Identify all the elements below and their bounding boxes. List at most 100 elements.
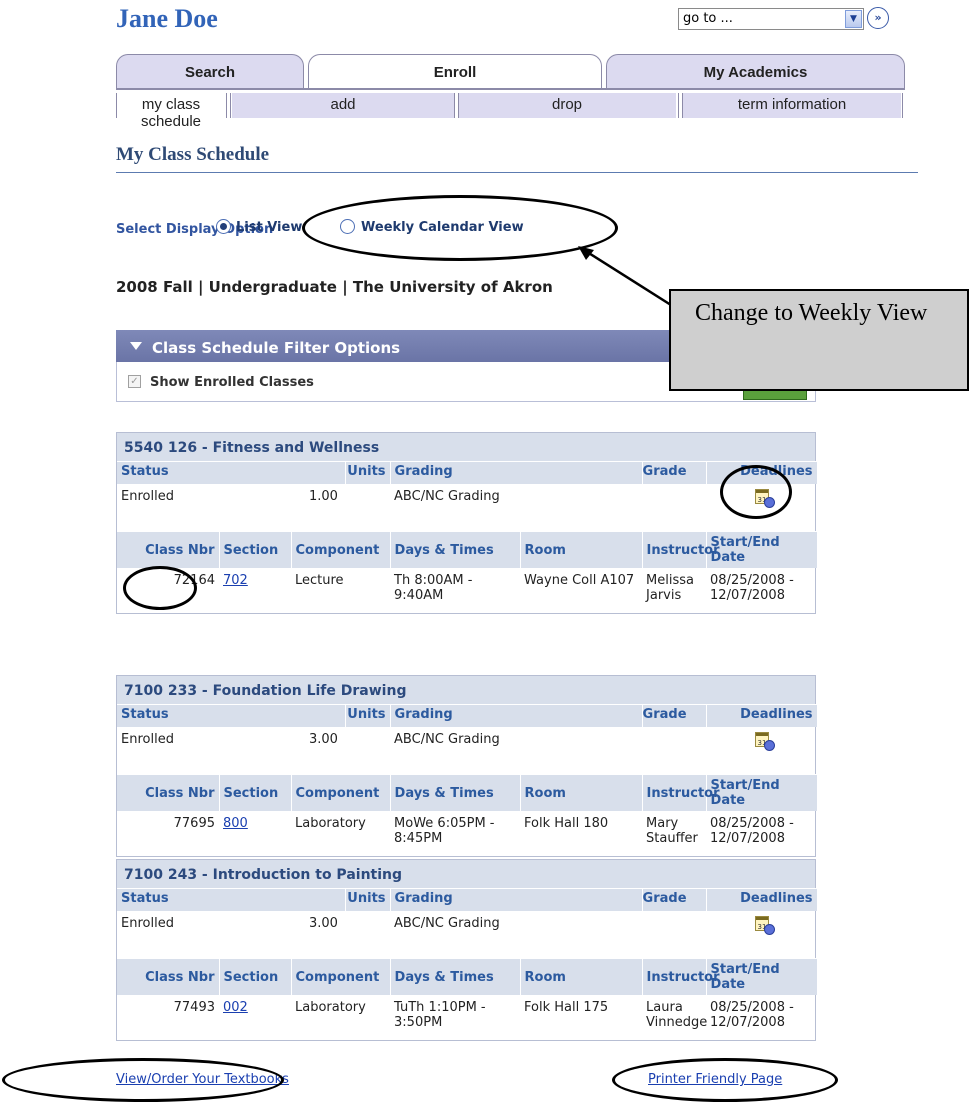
triangle-down-icon — [130, 342, 142, 350]
start-end-date: 08/25/2008 - 12/07/2008 — [710, 816, 794, 846]
component: Laboratory — [295, 816, 366, 831]
col-header-status: Status — [117, 461, 346, 484]
page-title: My Class Schedule — [116, 144, 270, 165]
instructor: Melissa Jarvis — [646, 573, 694, 603]
course-table: Status Units Grading Grade Deadlines Enr… — [117, 704, 818, 856]
instructor: Laura Vinnedge — [646, 1000, 708, 1030]
tab-enroll[interactable]: Enroll — [308, 54, 602, 88]
component: Lecture — [295, 573, 344, 588]
course-table: Status Units Grading Grade Deadlines Enr… — [117, 888, 818, 1040]
course-title: 7100 233 - Foundation Life Drawing — [117, 676, 815, 704]
double-chevron-right-icon[interactable]: » — [867, 7, 889, 29]
col-header-class-nbr: Class Nbr — [117, 774, 220, 811]
course-grading: ABC/NC Grading — [394, 916, 500, 931]
col-header-deadlines: Deadlines — [706, 704, 818, 727]
col-header-units: Units — [345, 888, 391, 911]
dropdown-arrow-icon[interactable]: ▼ — [845, 10, 862, 28]
col-header-instructor: Instructor — [642, 958, 720, 995]
room: Folk Hall 175 — [524, 1000, 609, 1015]
col-header-days-times: Days & Times — [390, 958, 521, 995]
col-header-section: Section — [219, 531, 292, 568]
subtab-term-information[interactable]: term information — [683, 93, 901, 118]
course-status: Enrolled — [121, 732, 174, 747]
callout-box: Change to Weekly View — [669, 289, 969, 391]
section-link[interactable]: 800 — [223, 816, 248, 831]
course-block: 7100 243 - Introduction to Painting Stat… — [116, 859, 818, 1041]
course-grade — [642, 911, 706, 959]
list-view-radio[interactable] — [216, 219, 231, 234]
section-link[interactable]: 702 — [223, 573, 248, 588]
subtab-add[interactable]: add — [232, 93, 454, 118]
filter-button[interactable] — [743, 390, 807, 400]
course-title: 5540 126 - Fitness and Wellness — [117, 433, 815, 461]
course-status: Enrolled — [121, 489, 174, 504]
table-row: Enrolled 3.00 ABC/NC Grading 31 — [117, 911, 818, 959]
subtab-divider — [458, 93, 459, 118]
user-name: Jane Doe — [116, 4, 218, 33]
col-header-status: Status — [117, 888, 346, 911]
col-header-start-end: Start/End Date — [706, 774, 818, 811]
col-header-class-nbr: Class Nbr — [117, 958, 220, 995]
radio-selected-dot — [220, 223, 227, 230]
instructor: Mary Stauffer — [646, 816, 698, 846]
highlight-ellipse — [123, 566, 197, 610]
table-row: 77695 800 Laboratory MoWe 6:05PM - 8:45P… — [117, 811, 817, 856]
col-header-grading: Grading — [390, 461, 643, 484]
col-header-days-times: Days & Times — [390, 774, 521, 811]
days-times: TuTh 1:10PM - 3:50PM — [394, 1000, 486, 1030]
section-link[interactable]: 002 — [223, 1000, 248, 1015]
table-row: Enrolled 3.00 ABC/NC Grading 31 — [117, 727, 818, 775]
title-divider — [116, 172, 918, 173]
col-header-instructor: Instructor — [642, 774, 720, 811]
show-enrolled-checkbox[interactable]: ✓ — [128, 375, 141, 388]
start-end-date: 08/25/2008 - 12/07/2008 — [710, 1000, 794, 1030]
col-header-room: Room — [520, 531, 643, 568]
component: Laboratory — [295, 1000, 366, 1015]
days-times: MoWe 6:05PM - 8:45PM — [394, 816, 495, 846]
course-block: 5540 126 - Fitness and Wellness Status U… — [116, 432, 818, 614]
col-header-component: Component — [291, 774, 391, 811]
subtab-divider — [902, 93, 903, 118]
col-header-component: Component — [291, 531, 391, 568]
subtab-my-class-schedule[interactable]: my class schedule — [118, 93, 224, 130]
col-header-status: Status — [117, 704, 346, 727]
subtab-divider — [226, 93, 227, 118]
col-header-start-end: Start/End Date — [706, 531, 818, 568]
tab-rule — [116, 88, 905, 90]
course-grading: ABC/NC Grading — [394, 489, 500, 504]
tab-my-academics[interactable]: My Academics — [606, 54, 905, 88]
deadline-calendar-icon[interactable]: 31 — [754, 732, 775, 751]
col-header-units: Units — [345, 461, 391, 484]
subtab-drop[interactable]: drop — [458, 93, 676, 118]
class-nbr: 77493 — [173, 1000, 215, 1015]
callout-text: Change to Weekly View — [695, 300, 928, 326]
goto-select-value: go to ... — [683, 11, 733, 26]
goto-select[interactable]: go to ... ▼ — [678, 8, 864, 30]
col-header-room: Room — [520, 774, 643, 811]
class-nbr: 77695 — [173, 816, 215, 831]
col-header-deadlines: Deadlines — [706, 888, 818, 911]
show-enrolled-label: Show Enrolled Classes — [150, 375, 314, 390]
col-header-grading: Grading — [390, 704, 643, 727]
course-table: Status Units Grading Grade Deadlines Enr… — [117, 461, 818, 613]
col-header-grading: Grading — [390, 888, 643, 911]
subtab-divider — [116, 93, 117, 118]
tab-search[interactable]: Search — [116, 54, 304, 88]
col-header-grade: Grade — [642, 888, 707, 911]
col-header-section: Section — [219, 958, 292, 995]
course-grading: ABC/NC Grading — [394, 732, 500, 747]
list-view-label[interactable]: List View — [236, 220, 302, 235]
course-title: 7100 243 - Introduction to Painting — [117, 860, 815, 888]
col-header-section: Section — [219, 774, 292, 811]
deadlines-cell: 31 — [706, 727, 817, 775]
table-row: 77493 002 Laboratory TuTh 1:10PM - 3:50P… — [117, 995, 817, 1040]
table-row: 72164 702 Lecture Th 8:00AM - 9:40AM Way… — [117, 568, 817, 613]
col-header-grade: Grade — [642, 461, 707, 484]
deadlines-cell: 31 — [706, 911, 817, 959]
start-end-date: 08/25/2008 - 12/07/2008 — [710, 573, 794, 603]
subtab-divider — [454, 93, 455, 118]
col-header-instructor: Instructor — [642, 531, 720, 568]
subtab-divider — [230, 93, 231, 118]
deadline-calendar-icon[interactable]: 31 — [754, 916, 775, 935]
col-header-grade: Grade — [642, 704, 707, 727]
